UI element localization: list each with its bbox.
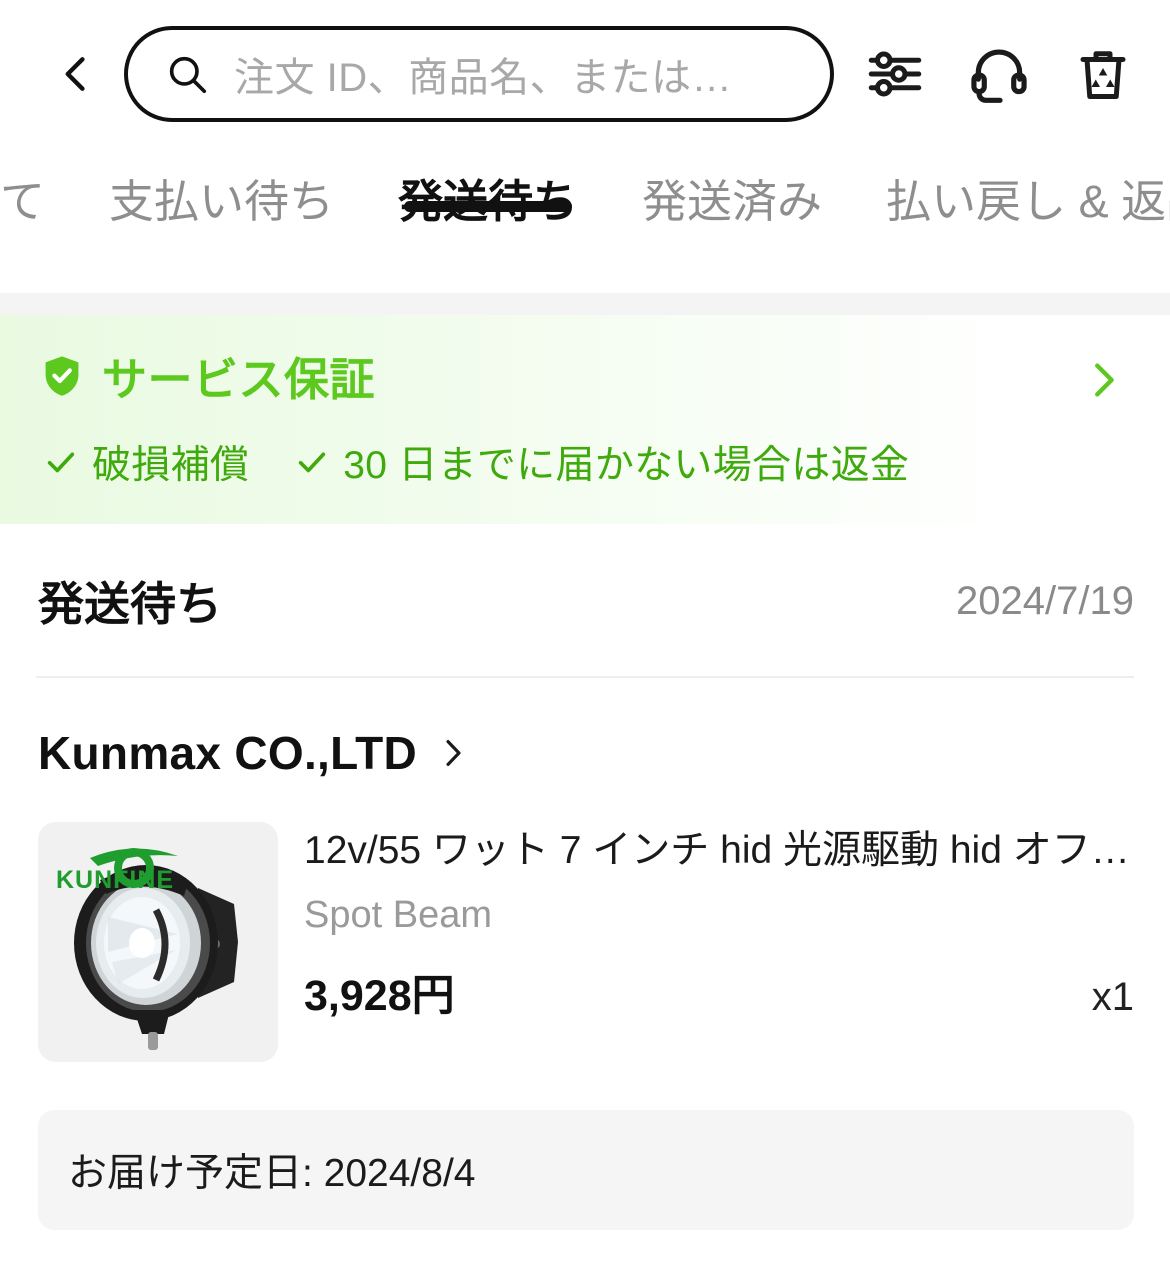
delivery-estimate-text: お届け予定日: 2024/8/4 (68, 1152, 476, 1195)
tab-all[interactable]: て (0, 148, 77, 230)
product-quantity: x1 (1091, 974, 1134, 1019)
chevron-left-icon (65, 57, 85, 91)
service-guarantee-banner[interactable]: サービス保証 破損補償 30 日までに届かない場合は返金 (0, 315, 1170, 524)
product-image: KUNFINE (38, 822, 278, 1062)
tab-awaiting-payment[interactable]: 支払い待ち (77, 148, 366, 230)
filter-sliders-icon[interactable] (862, 41, 928, 107)
product-title[interactable]: 12v/55 ワット 7 インチ hid 光源駆動 hid オフロード… (304, 826, 1134, 876)
chevron-right-icon (1095, 363, 1114, 397)
tab-shipped[interactable]: 発送済み (610, 148, 854, 230)
guarantee-feature-label: 破損補償 (92, 444, 250, 487)
chevron-right-icon (446, 740, 461, 766)
tab-label: 発送済み (642, 176, 823, 227)
order-status-row: 発送待ち 2024/7/19 (0, 524, 1170, 676)
active-tab-indicator (404, 201, 573, 213)
guarantee-feature-label: 30 日までに届かない場合は返金 (343, 444, 910, 487)
tab-label: て (0, 176, 46, 227)
back-button[interactable] (46, 44, 106, 104)
tab-label: 払い戻し & 返品 (886, 176, 1170, 227)
order-list-screen: 注文 ID、商品名、または… て 支払い待ち 発送済み 払い戻し & 返 サービ… (0, 0, 1170, 1266)
svg-text:KUNFINE: KUNFINE (56, 866, 174, 894)
product-variant: Spot Beam (304, 893, 492, 936)
check-icon (47, 452, 75, 473)
tab-awaiting-shipment[interactable]: 発送待ち (366, 148, 610, 230)
section-separator (0, 293, 1170, 315)
shield-check-icon (45, 355, 79, 396)
tab-refunds-returns[interactable]: 払い戻し & 返品 (854, 148, 1170, 230)
headset-support-icon[interactable] (966, 41, 1032, 107)
guarantee-title-row: サービス保証 (38, 343, 1134, 408)
guarantee-chevron[interactable] (1080, 357, 1126, 408)
guarantee-title: サービス保証 (102, 354, 376, 405)
guarantee-feature: 30 日までに届かない場合は返金 (295, 434, 909, 490)
order-item: KUNFINE 12v/55 ワット 7 インチ hid 光源駆動 hid オフ… (0, 806, 1170, 1062)
guarantee-feature: 破損補償 (44, 434, 249, 490)
tab-label: 支払い待ち (109, 176, 335, 227)
product-info: 12v/55 ワット 7 インチ hid 光源駆動 hid オフロード… Spo… (304, 822, 1134, 1062)
search-input[interactable]: 注文 ID、商品名、または… (124, 26, 834, 122)
order-date: 2024/7/19 (956, 578, 1134, 623)
trash-recycle-icon[interactable] (1070, 41, 1136, 107)
order-status-tabs: て 支払い待ち 発送待ち 発送済み 払い戻し & 返品 (0, 148, 1170, 293)
product-thumbnail[interactable]: KUNFINE (38, 822, 278, 1062)
app-header: 注文 ID、商品名、または… (0, 0, 1170, 148)
store-link[interactable]: Kunmax CO.,LTD (0, 678, 1170, 806)
header-actions (862, 41, 1136, 107)
product-price: 3,928円 (304, 971, 455, 1020)
guarantee-features: 破損補償 30 日までに届かない場合は返金 (38, 434, 1134, 490)
delivery-estimate-box: お届け予定日: 2024/8/4 (38, 1110, 1134, 1230)
product-price-row: 3,928円 x1 (304, 961, 1134, 1023)
check-icon (299, 452, 326, 473)
order-status-label: 発送待ち (38, 578, 222, 630)
store-name: Kunmax CO.,LTD (38, 727, 418, 779)
search-icon (169, 56, 207, 94)
search-placeholder-text: 注文 ID、商品名、または… (234, 56, 733, 100)
